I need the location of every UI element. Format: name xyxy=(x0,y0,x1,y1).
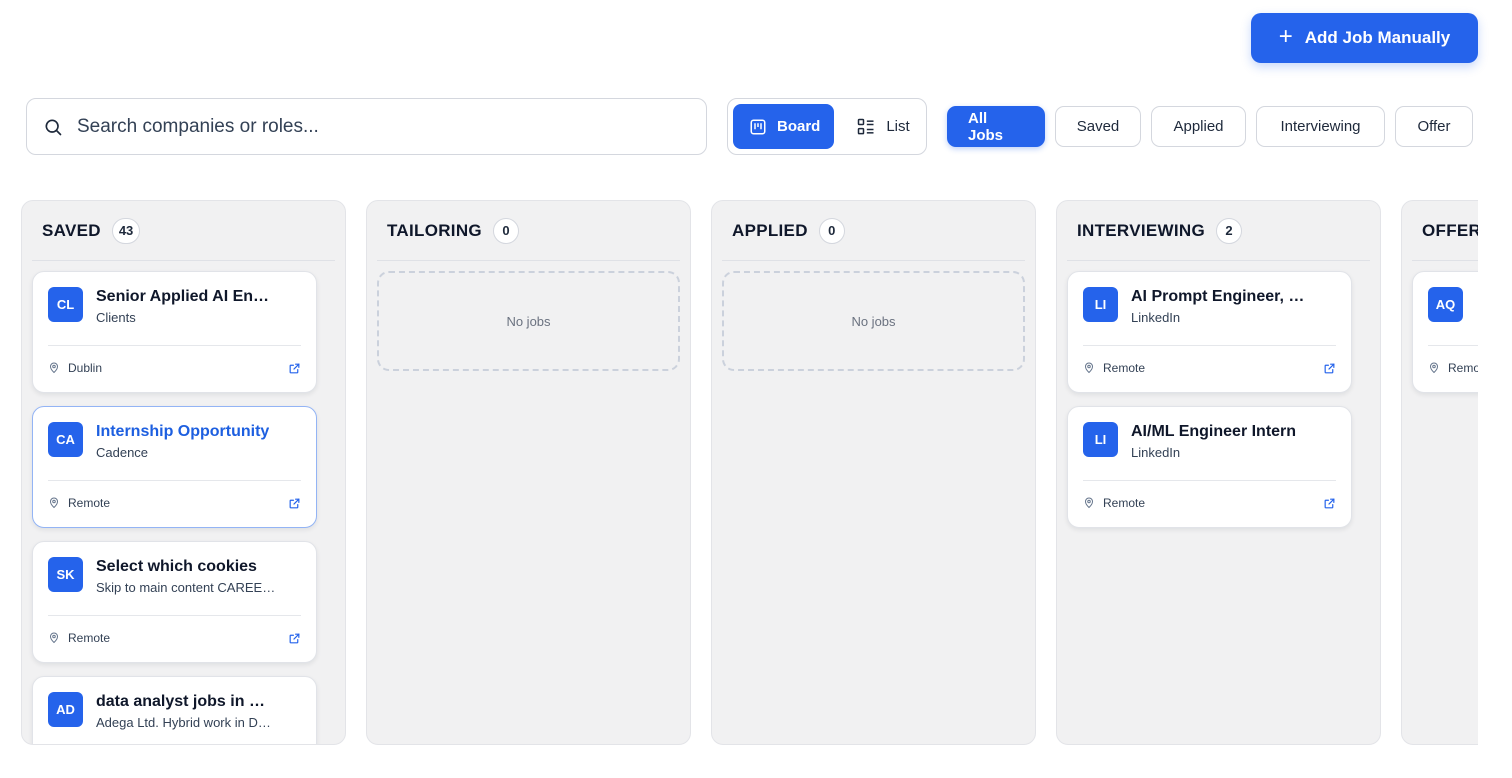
external-link-icon[interactable] xyxy=(288,632,301,645)
location-pin-icon xyxy=(49,497,59,509)
job-location: Dublin xyxy=(68,361,103,375)
add-job-button[interactable]: + Add Job Manually xyxy=(1251,13,1478,63)
column-offer: OFFER AQ Remote xyxy=(1401,200,1478,745)
column-count-badge: 2 xyxy=(1215,217,1242,244)
board-icon xyxy=(750,119,766,134)
column-header: TAILORING 0 xyxy=(377,201,680,261)
company-name: Adega Ltd. Hybrid work in Dublin xyxy=(96,715,276,730)
column-saved: SAVED 43 CL Senior Applied AI Engineer C… xyxy=(21,200,346,745)
filter-interviewing[interactable]: Interviewing xyxy=(1256,106,1385,147)
list-view-button[interactable]: List xyxy=(842,104,923,149)
company-avatar: CA xyxy=(48,422,83,457)
empty-drop-zone: No jobs xyxy=(722,271,1025,371)
column-title: INTERVIEWING xyxy=(1077,220,1205,240)
list-icon xyxy=(858,118,874,134)
job-tracker-page: + Add Job Manually Board List All Jobs S… xyxy=(0,0,1512,778)
view-toggle: Board List xyxy=(727,98,927,155)
column-count-badge: 0 xyxy=(492,217,519,244)
company-name: LinkedIn xyxy=(1131,310,1181,325)
job-card[interactable]: AQ Remote xyxy=(1412,271,1478,393)
job-card[interactable]: AD data analyst jobs in Dublin Adega Ltd… xyxy=(32,676,317,744)
job-card[interactable]: LI AI Prompt Engineer, Trainee LinkedIn … xyxy=(1067,271,1352,393)
job-card[interactable]: SK Select which cookies Skip to main con… xyxy=(32,541,317,663)
location-pin-icon xyxy=(1084,362,1094,374)
column-title: OFFER xyxy=(1422,220,1478,240)
company-avatar: LI xyxy=(1083,422,1118,457)
column-count-badge: 43 xyxy=(111,217,141,244)
column-interviewing: INTERVIEWING 2 LI AI Prompt Engineer, Tr… xyxy=(1056,200,1381,745)
company-name: Clients xyxy=(96,310,136,325)
filter-saved[interactable]: Saved xyxy=(1055,106,1141,147)
column-title: TAILORING xyxy=(387,220,482,240)
empty-drop-zone: No jobs xyxy=(377,271,680,371)
filter-all-jobs[interactable]: All Jobs xyxy=(947,106,1045,147)
company-avatar: SK xyxy=(48,557,83,592)
job-title: data analyst jobs in Dublin xyxy=(96,693,276,710)
external-link-icon[interactable] xyxy=(1323,497,1336,510)
job-title: Select which cookies xyxy=(96,558,257,575)
column-title: SAVED xyxy=(42,220,101,240)
job-location: Remote xyxy=(1448,361,1478,375)
company-name: Cadence xyxy=(96,445,149,460)
column-header: SAVED 43 xyxy=(32,201,335,261)
column-count-badge: 0 xyxy=(818,217,845,244)
company-avatar: AD xyxy=(48,692,83,727)
column-header: OFFER xyxy=(1412,201,1478,261)
job-title: AI Prompt Engineer, Trainee xyxy=(1131,288,1311,305)
column-title: APPLIED xyxy=(732,220,808,240)
list-view-label: List xyxy=(886,118,910,135)
plus-icon: + xyxy=(1278,23,1293,50)
filter-offer[interactable]: Offer xyxy=(1395,106,1473,147)
job-title: AI/ML Engineer Intern xyxy=(1131,423,1297,440)
status-filters: All Jobs Saved Applied Interviewing Offe… xyxy=(947,106,1473,147)
company-avatar: LI xyxy=(1083,287,1118,322)
search-icon xyxy=(45,119,62,135)
company-avatar: AQ xyxy=(1428,287,1463,322)
column-header: APPLIED 0 xyxy=(722,201,1025,261)
location-pin-icon xyxy=(49,632,59,644)
board-view-button[interactable]: Board xyxy=(733,104,835,149)
job-card[interactable]: CA Internship Opportunity Cadence Remote xyxy=(32,406,317,528)
job-location: Remote xyxy=(1103,496,1146,510)
column-header: INTERVIEWING 2 xyxy=(1067,201,1370,261)
company-name: Skip to main content CAREERS xyxy=(96,580,276,595)
company-name: LinkedIn xyxy=(1131,445,1181,460)
external-link-icon[interactable] xyxy=(1323,362,1336,375)
location-pin-icon xyxy=(49,362,59,374)
external-link-icon[interactable] xyxy=(288,497,301,510)
job-title: Senior Applied AI Engineer xyxy=(96,288,276,305)
job-card[interactable]: LI AI/ML Engineer Intern LinkedIn Remote xyxy=(1067,406,1352,528)
location-pin-icon xyxy=(1429,362,1439,374)
external-link-icon[interactable] xyxy=(288,362,301,375)
job-title: Internship Opportunity xyxy=(96,423,270,440)
column-tailoring: TAILORING 0 No jobs xyxy=(366,200,691,745)
filter-applied[interactable]: Applied xyxy=(1151,106,1246,147)
search-bar xyxy=(26,98,707,155)
board-view-label: Board xyxy=(777,118,821,135)
location-pin-icon xyxy=(1084,497,1094,509)
search-input[interactable] xyxy=(77,115,706,138)
job-location: Remote xyxy=(1103,361,1146,375)
column-applied: APPLIED 0 No jobs xyxy=(711,200,1036,745)
add-job-button-label: Add Job Manually xyxy=(1304,28,1451,47)
company-avatar: CL xyxy=(48,287,83,322)
job-location: Remote xyxy=(68,631,111,645)
kanban-board: SAVED 43 CL Senior Applied AI Engineer C… xyxy=(21,200,1478,746)
job-location: Remote xyxy=(68,496,111,510)
job-card[interactable]: CL Senior Applied AI Engineer Clients Du… xyxy=(32,271,317,393)
